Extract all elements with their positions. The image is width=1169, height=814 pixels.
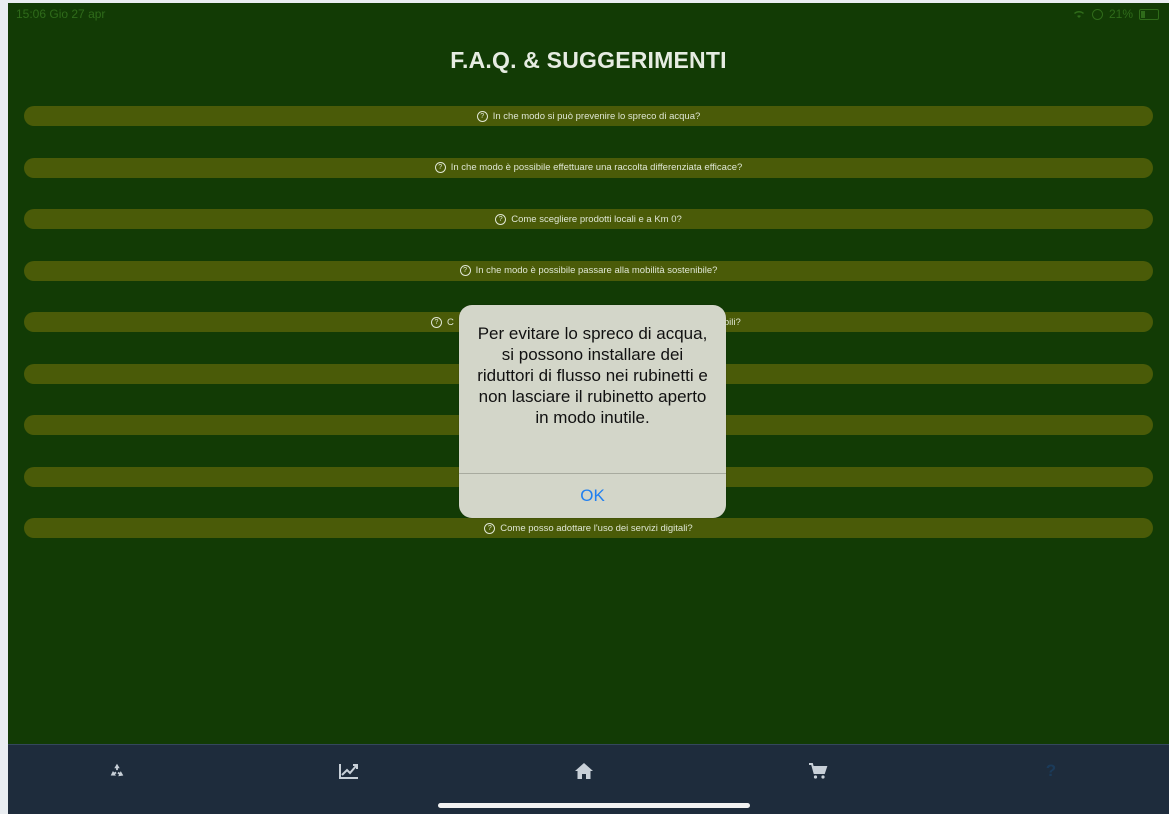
home-indicator	[438, 803, 750, 808]
alert-dialog: Per evitare lo spreco di acqua, si posso…	[459, 305, 726, 518]
recycle-icon	[110, 763, 124, 777]
tab-faq[interactable]: ?	[1031, 759, 1071, 783]
alert-ok-button[interactable]: OK	[459, 474, 726, 518]
tab-statistics[interactable]	[329, 759, 369, 783]
chart-line-icon	[339, 764, 358, 779]
tab-home[interactable]	[564, 759, 604, 783]
question-icon: ?	[1045, 761, 1057, 780]
app-screen: 15:06 Gio 27 apr 21% F.A.Q. & SUGGERIMEN…	[8, 3, 1169, 814]
cart-icon	[809, 763, 828, 779]
tab-cart[interactable]	[798, 759, 838, 783]
alert-message: Per evitare lo spreco di acqua, si posso…	[477, 324, 708, 427]
tab-bar: ?	[8, 744, 1169, 814]
home-icon	[575, 763, 593, 779]
tab-recycle[interactable]	[97, 759, 137, 783]
